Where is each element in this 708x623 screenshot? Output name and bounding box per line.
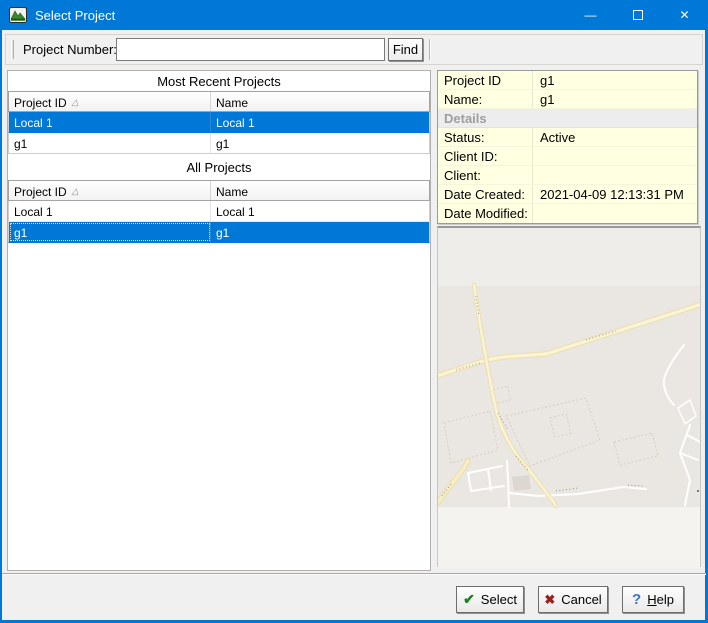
- project-number-input[interactable]: [116, 38, 385, 61]
- minimize-button[interactable]: —: [567, 0, 614, 30]
- detail-row-name: Name: g1: [438, 90, 697, 109]
- all-row-g1[interactable]: g1 g1: [8, 222, 430, 243]
- recent-row-local1[interactable]: Local 1 Local 1: [8, 112, 430, 133]
- select-button[interactable]: ✔ Select: [456, 586, 524, 613]
- all-row-local1[interactable]: Local 1 Local 1: [8, 201, 430, 222]
- footer-divider: [2, 573, 706, 575]
- window-title: Select Project: [35, 8, 115, 23]
- detail-row-date-created: Date Created: 2021-04-09 12:13:31 PM: [438, 185, 697, 204]
- sort-ascending-icon: △: [70, 96, 81, 111]
- detail-row-status: Status: Active: [438, 128, 697, 147]
- select-project-dialog: Select Project — ✕ Project Number: Find …: [0, 0, 708, 623]
- recent-row-g1[interactable]: g1 g1: [8, 133, 430, 154]
- detail-row-client: Client:: [438, 166, 697, 185]
- recent-projects-title: Most Recent Projects: [8, 74, 430, 89]
- close-button[interactable]: ✕: [661, 0, 708, 30]
- toolbar-separator: [429, 39, 431, 60]
- recent-projects-table: Project ID △ Name Local 1 Local 1 g1 g1: [8, 91, 430, 154]
- sort-ascending-icon: △: [70, 185, 81, 200]
- toolbar-grip-handle[interactable]: [11, 40, 14, 59]
- maximize-button[interactable]: [614, 0, 661, 30]
- map-image: [438, 228, 700, 567]
- help-button[interactable]: ? Help: [622, 586, 684, 613]
- detail-group-header: Details: [438, 109, 697, 128]
- find-button[interactable]: Find: [388, 38, 423, 61]
- project-map-preview: [437, 226, 701, 567]
- detail-row-client-id: Client ID:: [438, 147, 697, 166]
- window-border-left: [0, 30, 2, 623]
- project-details-panel: Project ID g1 Name: g1 Details Status: A…: [437, 70, 698, 224]
- question-mark-icon: ?: [632, 591, 641, 608]
- app-logo-icon: [9, 7, 27, 23]
- cancel-button[interactable]: ✖ Cancel: [538, 586, 608, 613]
- x-icon: ✖: [544, 592, 555, 608]
- project-lists-panel: Most Recent Projects Project ID △ Name L…: [7, 70, 431, 571]
- recent-header-name[interactable]: Name: [211, 92, 429, 111]
- all-projects-table: Project ID △ Name Local 1 Local 1 g1 g1: [8, 180, 430, 243]
- titlebar[interactable]: Select Project — ✕: [0, 0, 708, 30]
- check-icon: ✔: [463, 591, 475, 608]
- detail-row-project-id: Project ID g1: [438, 71, 697, 90]
- close-icon: ✕: [679, 8, 689, 22]
- all-header-project-id[interactable]: Project ID △: [9, 181, 211, 200]
- detail-row-date-modified: Date Modified:: [438, 204, 697, 223]
- help-underline: H: [647, 592, 656, 607]
- project-number-label: Project Number:: [23, 42, 117, 57]
- all-projects-title: All Projects: [8, 160, 430, 175]
- minimize-icon: —: [585, 8, 597, 22]
- maximize-icon: [633, 10, 643, 20]
- all-header-name[interactable]: Name: [211, 181, 429, 200]
- recent-header-project-id[interactable]: Project ID △: [9, 92, 211, 111]
- search-toolbar: Project Number: Find: [5, 34, 703, 65]
